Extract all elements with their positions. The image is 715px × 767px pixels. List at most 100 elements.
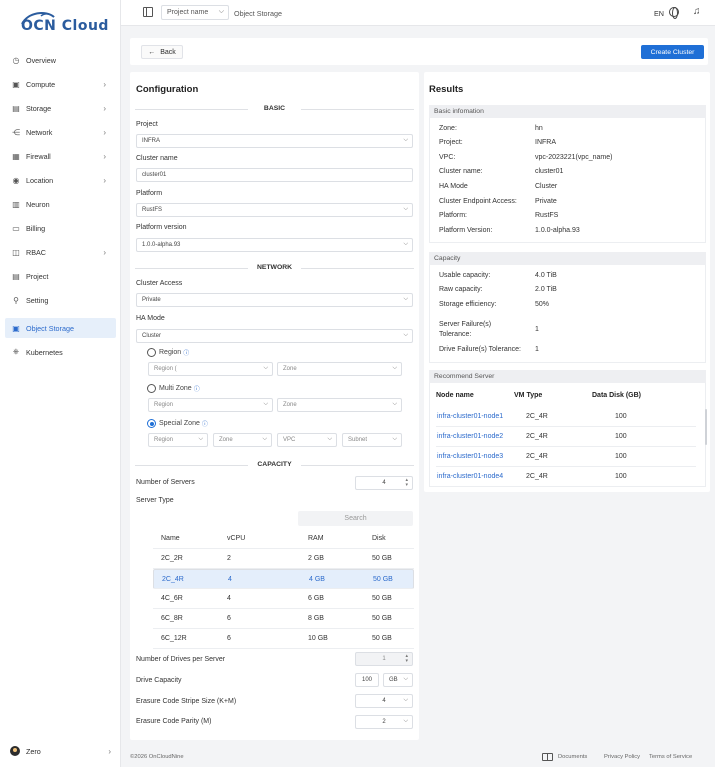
ha-mode-select[interactable]: Cluster ⌵ [136, 329, 413, 343]
sidebar-toggle-icon[interactable] [143, 7, 153, 17]
sidebar-item-storage[interactable]: ▤ Storage › [0, 98, 121, 118]
globe-icon[interactable] [669, 7, 679, 19]
network-icon: ⋲ [12, 127, 20, 137]
sidebar-item-neuron[interactable]: ▥ Neuron [0, 194, 121, 214]
sidebar-item-billing[interactable]: ▭ Billing [0, 218, 121, 238]
num-servers-value: 4 [382, 480, 386, 486]
bell-icon[interactable]: ♫ [693, 6, 701, 17]
num-servers-stepper[interactable]: 4 ▴ ▾ [355, 476, 413, 490]
info-icon[interactable]: ⓘ [183, 348, 189, 357]
privacy-policy-link[interactable]: Privacy Policy [604, 754, 640, 760]
result-key: HA Mode [439, 183, 468, 190]
sidebar-item-object-storage[interactable]: ▣ Object Storage [5, 318, 116, 338]
recommend-scrollbar[interactable] [705, 409, 707, 445]
chevron-right-icon: › [103, 175, 106, 185]
sidebar-item-project[interactable]: ▤ Project [0, 266, 121, 286]
drive-capacity-unit-select[interactable]: GB ⌵ [383, 673, 413, 687]
sidebar-item-kubernetes[interactable]: ⎈ Kubernetes [0, 342, 121, 362]
table-row[interactable]: 6C_12R 6 10 GB 50 GB [153, 629, 414, 649]
stripe-size-value: 4 [382, 698, 386, 704]
result-value: RustFS [535, 212, 559, 219]
cpu-icon: ▣ [12, 79, 20, 89]
zone-select[interactable]: Zone ⌵ [277, 362, 402, 376]
documents-link[interactable]: Documents [558, 754, 587, 760]
sidebar-item-overview[interactable]: ◷ Overview [0, 50, 121, 70]
special-zone-zone-select[interactable]: Zone ⌵ [213, 433, 272, 447]
zone-select-value: Zone [283, 366, 297, 372]
sidebar-item-location[interactable]: ◉ Location › [0, 170, 121, 190]
region-select[interactable]: Region ( ⌵ [148, 362, 273, 376]
user-menu[interactable]: Zero › [0, 742, 121, 760]
project-select[interactable]: INFRA ⌵ [136, 134, 413, 148]
drives-per-server-stepper[interactable]: 1 ▴ ▾ [355, 652, 413, 666]
special-zone-radio-label: Special Zone [159, 420, 200, 427]
special-zone-subnet-select[interactable]: Subnet ⌵ [342, 433, 402, 447]
table-row[interactable]: 6C_8R 6 8 GB 50 GB [153, 609, 414, 629]
cluster-name-input[interactable]: cluster01 [136, 168, 413, 182]
table-row[interactable]: 2C_2R 2 2 GB 50 GB [153, 549, 414, 569]
cluster-access-select[interactable]: Private ⌵ [136, 293, 413, 307]
node-name-link[interactable]: infra-cluster01-node4 [437, 473, 503, 480]
chevron-down-icon: ⌵ [403, 241, 408, 247]
result-key: Cluster Endpoint Access: [439, 198, 517, 205]
sidebar-item-rbac[interactable]: ◫ RBAC › [0, 242, 121, 262]
column-header: Name [161, 535, 180, 542]
back-button[interactable]: ← Back [141, 45, 183, 59]
region-radio-label: Region [159, 349, 182, 356]
ha-mode-value: Cluster [142, 333, 162, 339]
result-value: 2.0 TiB [535, 286, 557, 293]
vm-type-cell: 2C_4R [526, 433, 548, 440]
stripe-size-select[interactable]: 4 ⌵ [355, 694, 413, 708]
info-icon[interactable]: ⓘ [202, 419, 208, 428]
terms-of-service-link[interactable]: Terms of Service [649, 754, 692, 760]
sidebar-item-label: Kubernetes [26, 347, 63, 357]
platform-version-select[interactable]: 1.0.0-alpha.93 ⌵ [136, 238, 413, 252]
stepper-arrows-icon[interactable]: ▴ ▾ [405, 478, 408, 488]
multi-zone-zone-select[interactable]: Zone ⌵ [277, 398, 402, 412]
project-select[interactable]: Project name ⌵ [161, 5, 229, 20]
parity-select[interactable]: 2 ⌵ [355, 715, 413, 729]
drive-capacity-input[interactable]: 100 [355, 673, 379, 687]
cell-vcpu: 4 [228, 576, 232, 583]
radio-circle-icon [147, 384, 156, 393]
logo-text[interactable]: OCN Cloud [21, 18, 109, 34]
result-key: Drive Failure(s) Tolerance: [439, 346, 521, 353]
table-row[interactable]: 4C_6R 4 6 GB 50 GB [153, 589, 414, 609]
project-icon: ▤ [12, 271, 20, 281]
chevron-down-icon: ⌵ [403, 206, 408, 212]
stepper-arrows-icon[interactable]: ▴ ▾ [405, 654, 408, 664]
result-value: 1 [535, 346, 539, 353]
location-icon: ◉ [12, 175, 20, 185]
create-cluster-button[interactable]: Create Cluster [641, 45, 704, 59]
cell-name: 6C_12R [161, 635, 187, 642]
special-zone-region-select[interactable]: Region ⌵ [148, 433, 208, 447]
node-name-link[interactable]: infra-cluster01-node3 [437, 453, 503, 460]
platform-select[interactable]: RustFS ⌵ [136, 203, 413, 217]
result-key: Raw capacity: [439, 286, 483, 293]
sidebar-item-network[interactable]: ⋲ Network › [0, 122, 121, 142]
parity-label: Erasure Code Parity (M) [136, 718, 212, 725]
node-name-link[interactable]: infra-cluster01-node1 [437, 413, 503, 420]
table-row-selected[interactable]: 2C_4R 4 4 GB 50 GB [153, 569, 414, 589]
cell-name: 2C_2R [161, 555, 183, 562]
multi-zone-radio[interactable]: Multi Zone ⓘ [147, 384, 200, 393]
info-icon[interactable]: ⓘ [194, 384, 200, 393]
result-key: Platform Version: [439, 227, 493, 234]
parity-value: 2 [382, 719, 386, 725]
multi-zone-region-select[interactable]: Region ⌵ [148, 398, 273, 412]
server-type-search-input[interactable]: Search [298, 511, 413, 526]
sidebar-item-compute[interactable]: ▣ Compute › [0, 74, 121, 94]
node-name-link[interactable]: infra-cluster01-node2 [437, 433, 503, 440]
region-radio[interactable]: Region ⓘ [147, 348, 189, 357]
chevron-down-icon: ⌵ [403, 296, 408, 302]
special-zone-vpc-select[interactable]: VPC ⌵ [277, 433, 337, 447]
language-label[interactable]: EN [654, 9, 664, 18]
cell-ram: 6 GB [308, 595, 324, 602]
sidebar-item-firewall[interactable]: ▦ Firewall › [0, 146, 121, 166]
sidebar: OCN Cloud ◷ Overview ▣ Compute › ▤ Stora… [0, 0, 121, 767]
cell-disk: 50 GB [373, 576, 393, 583]
cell-name: 2C_4R [162, 576, 184, 583]
sidebar-item-setting[interactable]: ⚲ Setting [0, 290, 121, 310]
special-zone-radio[interactable]: Special Zone ⓘ [147, 419, 208, 428]
section-network: NETWORK [130, 264, 419, 271]
